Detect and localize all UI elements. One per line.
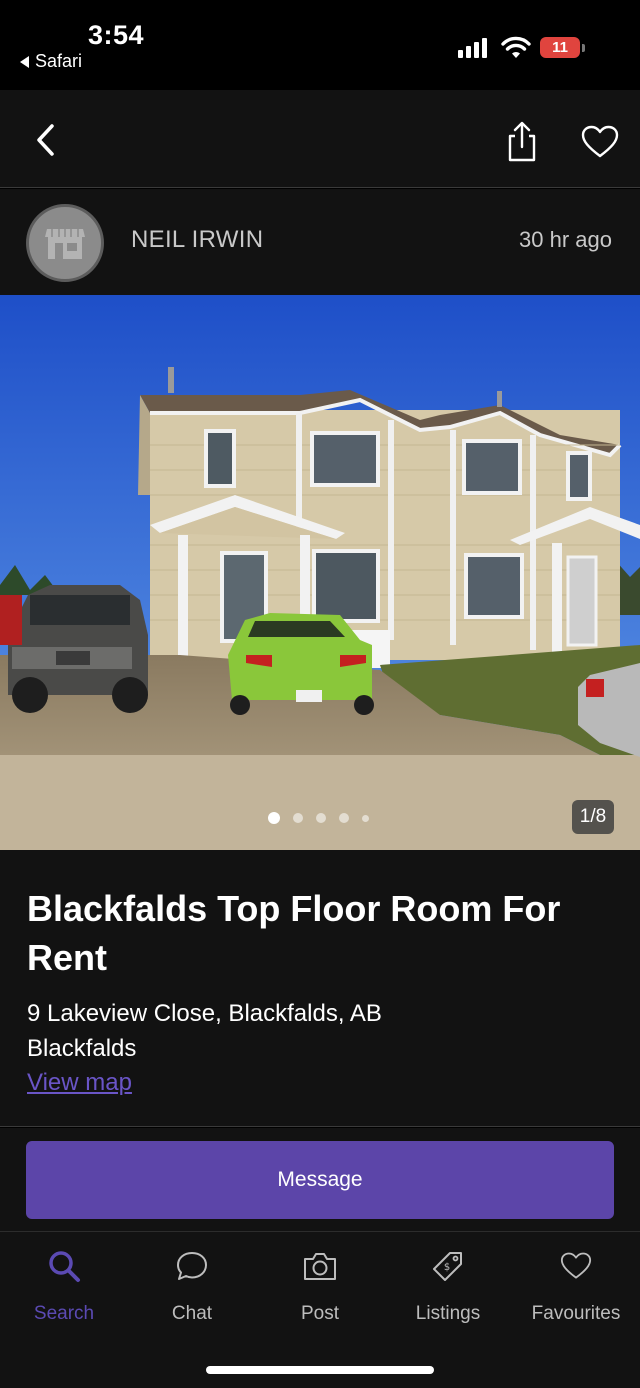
top-nav — [0, 90, 640, 188]
page-dot[interactable] — [268, 812, 280, 824]
listing-photo — [0, 295, 640, 850]
tab-listings[interactable]: $ Listings — [384, 1248, 512, 1328]
heart-icon[interactable] — [580, 124, 620, 160]
listing-address: 9 Lakeview Close, Blackfalds, AB — [27, 1000, 382, 1027]
status-time: 3:54 — [88, 20, 145, 50]
tab-search[interactable]: Search — [0, 1248, 128, 1328]
share-icon[interactable] — [500, 120, 544, 164]
tab-label: Search — [33, 1303, 95, 1324]
page-dot[interactable] — [339, 813, 349, 823]
tab-favourites[interactable]: Favourites — [512, 1248, 640, 1328]
listing-details: Blackfalds Top Floor Room For Rent 9 Lak… — [0, 850, 640, 1127]
page-dot[interactable] — [362, 814, 369, 822]
chevron-left-icon[interactable] — [28, 120, 68, 160]
camera-icon — [304, 1253, 336, 1280]
cellular-signal-icon — [458, 36, 487, 58]
chat-bubble-icon — [177, 1252, 207, 1280]
tag-icon: $ — [433, 1252, 462, 1281]
listing-city: Blackfalds — [27, 1035, 137, 1062]
status-bar: 3:54 Safari 11 — [0, 0, 640, 90]
wifi-icon — [501, 36, 531, 58]
tab-label: Favourites — [531, 1303, 621, 1324]
tab-chat[interactable]: Chat — [128, 1248, 256, 1328]
back-to-safari[interactable]: Safari — [20, 51, 82, 72]
gallery-pagination-dots[interactable] — [268, 812, 369, 824]
search-icon — [49, 1251, 80, 1282]
back-triangle-icon — [20, 55, 29, 68]
message-area: Message — [0, 1128, 640, 1232]
tab-label: Chat — [171, 1303, 213, 1324]
avatar[interactable] — [26, 204, 104, 282]
view-map-link[interactable]: View map — [27, 1069, 132, 1097]
listing-photo-gallery[interactable]: 1/8 — [0, 295, 640, 850]
listing-title: Blackfalds Top Floor Room For Rent — [27, 888, 561, 978]
back-app-label: Safari — [35, 51, 83, 71]
photo-counter: 1/8 — [572, 800, 614, 834]
seller-row[interactable]: NEIL IRWIN 30 hr ago — [0, 189, 640, 295]
heart-icon — [560, 1252, 592, 1279]
tab-label: Post — [300, 1303, 340, 1324]
battery-icon: 11 — [540, 37, 585, 58]
page-dot[interactable] — [316, 813, 326, 823]
seller-name[interactable]: NEIL IRWIN — [131, 226, 263, 254]
storefront-icon — [45, 229, 85, 259]
home-indicator[interactable] — [206, 1366, 434, 1374]
tab-post[interactable]: Post — [256, 1248, 384, 1328]
bottom-tab-bar: Search Chat Post $ Listings Favourites — [0, 1232, 640, 1388]
posted-time: 30 hr ago — [519, 227, 612, 252]
message-button[interactable]: Message — [26, 1141, 614, 1219]
svg-text:$: $ — [444, 1262, 450, 1273]
page-dot[interactable] — [293, 813, 303, 823]
tab-label: Listings — [415, 1303, 481, 1324]
